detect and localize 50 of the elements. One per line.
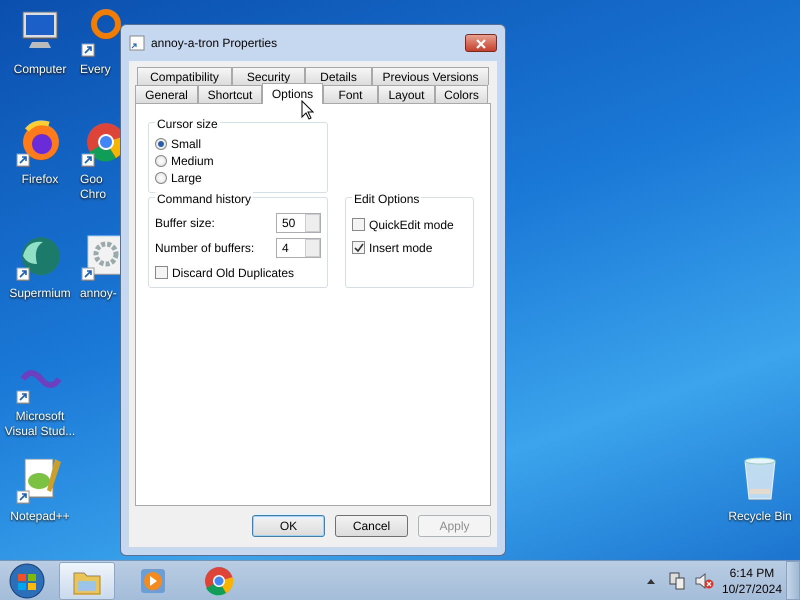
close-button[interactable] <box>465 34 497 52</box>
icon-label[interactable]: Supermium <box>9 286 71 301</box>
spin-field[interactable]: 50 <box>276 212 321 232</box>
network-icon[interactable] <box>668 572 686 590</box>
checkbox-label: Insert mode <box>369 240 432 256</box>
icon-label[interactable]: Microsoft Visual Stud... <box>2 409 78 439</box>
checkbox-label: Discard Old Duplicates <box>172 264 294 280</box>
window-title: annoy-a-tron Properties <box>151 35 278 52</box>
icon-label[interactable]: annoy- <box>80 286 119 301</box>
tab[interactable]: Security <box>232 67 305 85</box>
close-icon <box>475 38 487 49</box>
dialog-button[interactable]: OK <box>252 515 325 537</box>
tab[interactable]: Compatibility <box>137 67 232 85</box>
radio-label: Medium <box>171 152 214 168</box>
taskbar-button[interactable] <box>59 562 115 600</box>
icon-label[interactable]: Every <box>80 62 119 77</box>
icon-label[interactable]: Firefox <box>22 172 58 187</box>
volume-muted-icon[interactable] <box>694 572 714 590</box>
tab[interactable]: Shortcut <box>198 85 262 103</box>
checkbox[interactable] <box>352 241 365 254</box>
checkbox[interactable] <box>155 266 168 279</box>
tab[interactable]: Layout <box>378 85 435 103</box>
tab[interactable]: General <box>135 85 198 103</box>
field-label: Number of buffers: <box>155 240 254 256</box>
tab[interactable]: Details <box>305 67 372 85</box>
field-label: Buffer size: <box>155 214 215 232</box>
radio-button[interactable] <box>155 154 167 166</box>
field-value: 4 <box>282 240 289 256</box>
shortcut-icon <box>129 35 145 51</box>
tab[interactable]: Font <box>323 85 378 103</box>
clock-time[interactable]: 6:14 PM <box>722 564 782 580</box>
chrome-icon <box>203 564 235 596</box>
tab[interactable]: Colors <box>435 85 488 103</box>
checkbox[interactable] <box>352 218 365 231</box>
radio-label: Small <box>171 136 202 152</box>
clock-date[interactable]: 10/27/2024 <box>722 580 782 596</box>
radio-label: Large <box>171 170 202 186</box>
group-label: Command history <box>155 190 254 208</box>
icon-label[interactable]: Computer <box>14 62 66 77</box>
spin-field[interactable]: 4 <box>276 238 321 258</box>
dialog-button[interactable]: Cancel <box>335 515 408 537</box>
tab[interactable]: Previous Versions <box>372 67 489 85</box>
checkbox-label: QuickEdit mode <box>369 216 454 232</box>
icon-label[interactable]: Recycle Bin <box>728 509 792 524</box>
radio-button[interactable] <box>155 172 167 184</box>
show-hidden-icons-button[interactable] <box>646 576 656 584</box>
radio-button[interactable] <box>155 138 167 150</box>
icon-label[interactable]: Goo Chro <box>80 172 119 202</box>
tab[interactable]: Options <box>262 83 323 104</box>
field-value: 50 <box>282 214 296 232</box>
